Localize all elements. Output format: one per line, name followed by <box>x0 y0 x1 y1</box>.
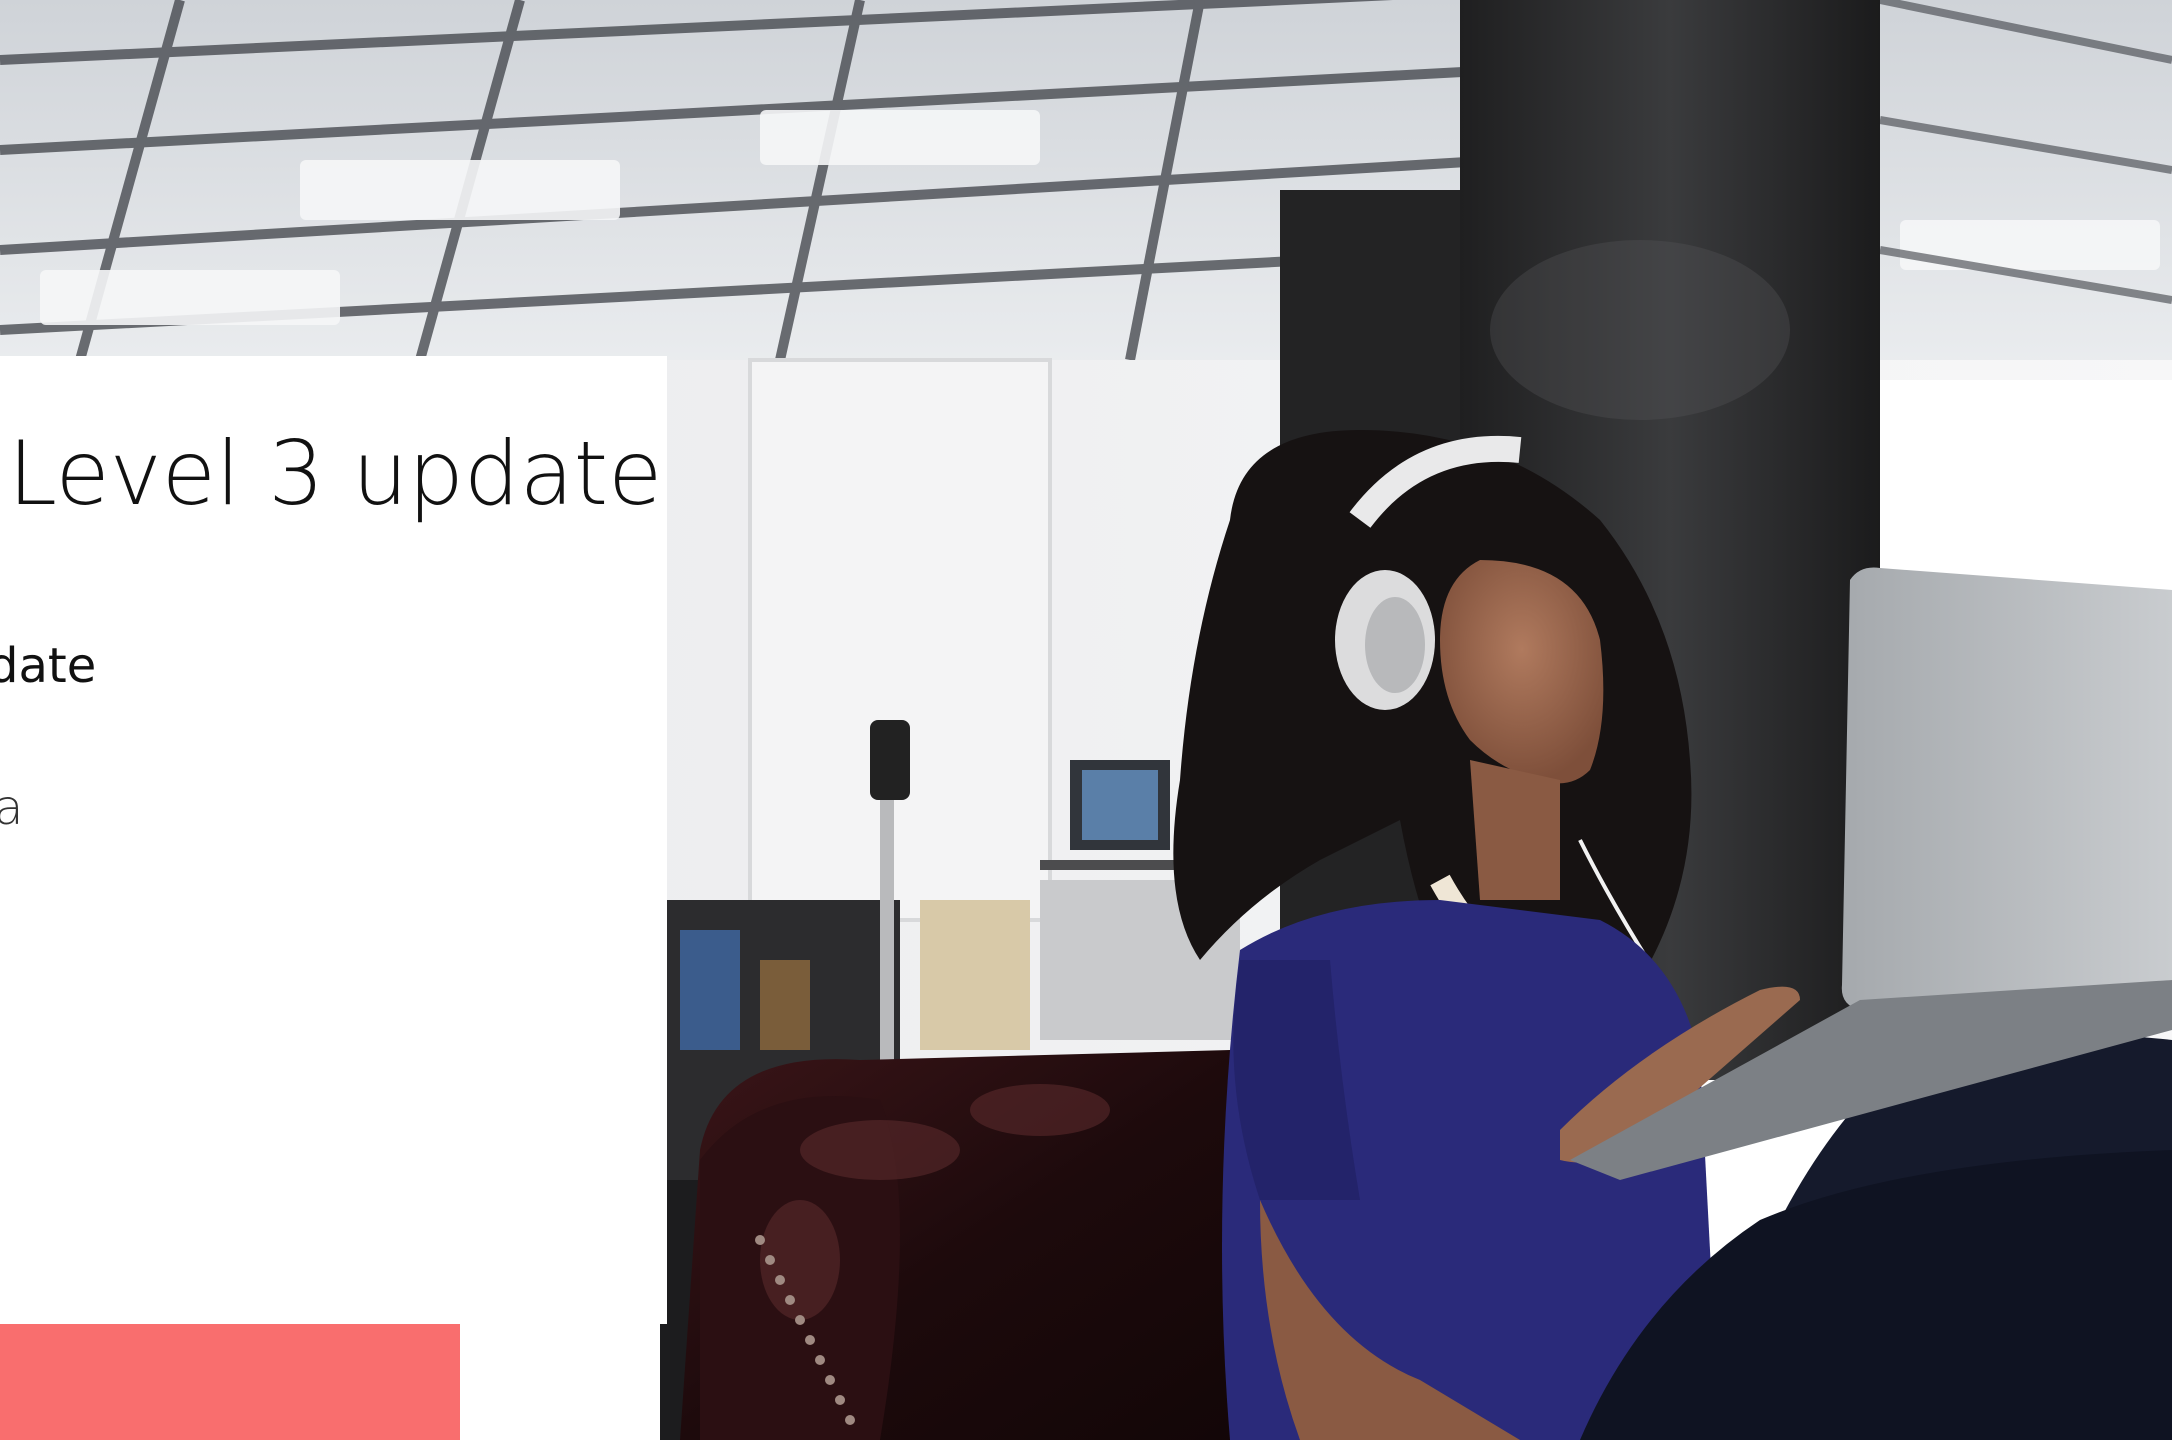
slide: Level 3 update date a <box>0 0 2172 1440</box>
accent-bar <box>0 1324 460 1440</box>
slide-subtitle: date <box>0 638 97 694</box>
slide-title: Level 3 update <box>8 422 663 525</box>
slide-detail: a <box>0 780 24 836</box>
